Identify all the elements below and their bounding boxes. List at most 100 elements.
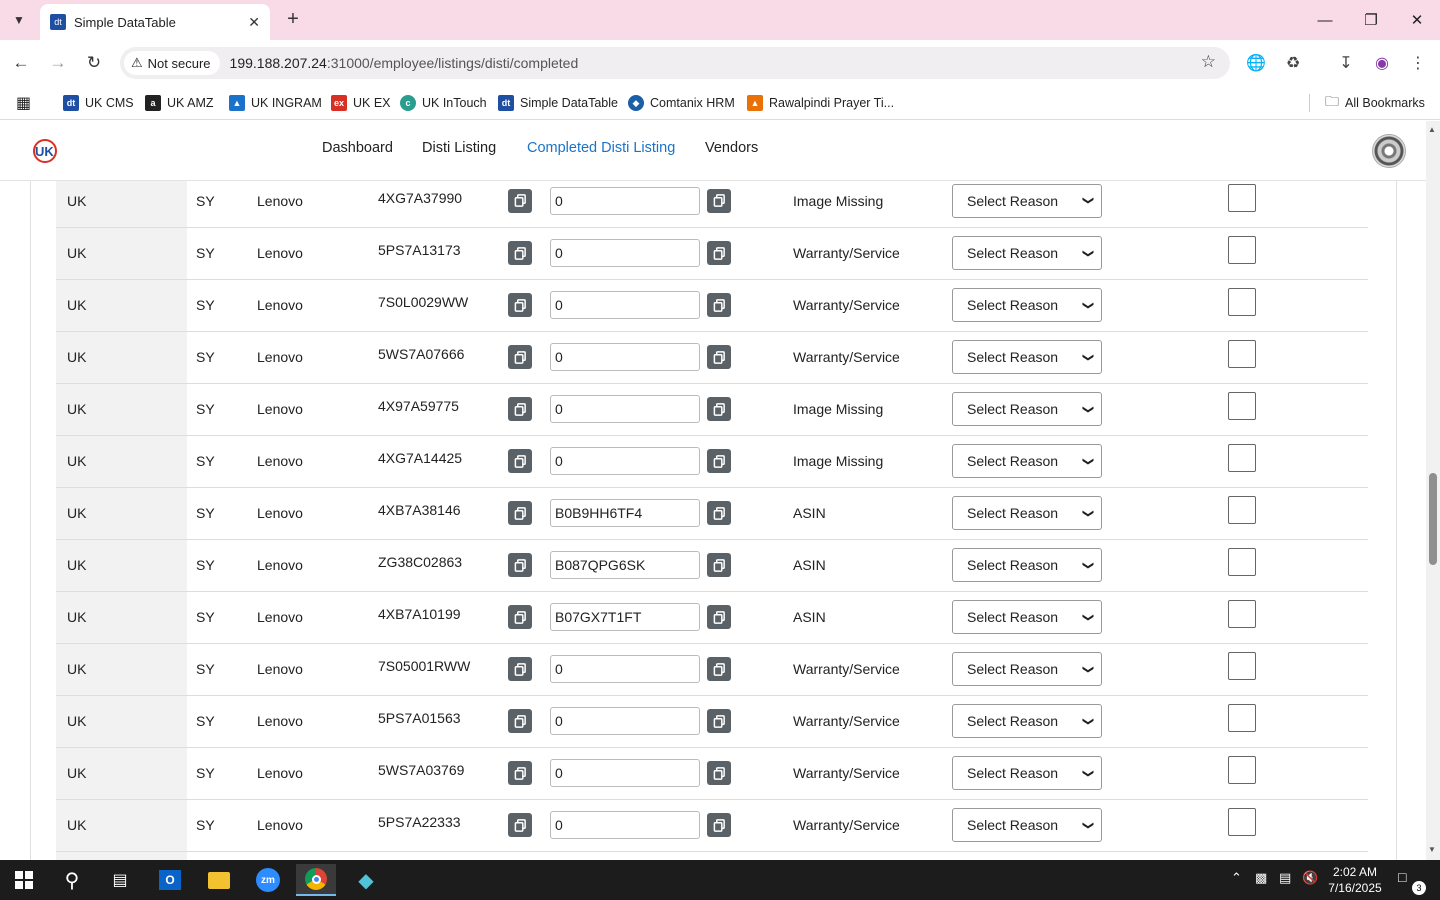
row-checkbox[interactable] — [1228, 548, 1256, 576]
bookmark-uk-ingram[interactable]: ▲ UK INGRAM — [229, 92, 322, 114]
copy-part-button[interactable] — [508, 241, 532, 265]
minimize-icon[interactable]: — — [1302, 6, 1348, 34]
asin-input[interactable] — [550, 447, 700, 475]
copy-asin-button[interactable] — [707, 553, 731, 577]
tray-volume-muted-icon[interactable]: 🔇 — [1302, 870, 1318, 886]
outlook-icon[interactable]: O — [150, 864, 190, 896]
asin-input[interactable] — [550, 655, 700, 683]
bookmark-uk-cms[interactable]: dt UK CMS — [63, 92, 134, 114]
reason-select[interactable]: Select Reason ❯ — [952, 548, 1102, 582]
asin-input[interactable] — [550, 759, 700, 787]
reason-select[interactable]: Select Reason ❯ — [952, 340, 1102, 374]
reason-select[interactable]: Select Reason ❯ — [952, 808, 1102, 842]
translate-globe-icon[interactable]: 🌐 — [1243, 50, 1269, 76]
copy-asin-button[interactable] — [707, 188, 731, 213]
row-checkbox[interactable] — [1228, 652, 1256, 680]
scroll-down-icon[interactable]: ▼ — [1428, 845, 1436, 854]
copy-asin-button[interactable] — [707, 709, 731, 733]
copy-part-button[interactable] — [508, 397, 532, 421]
copy-part-button[interactable] — [508, 553, 532, 577]
reason-select[interactable]: Select Reason ❯ — [952, 756, 1102, 790]
row-checkbox[interactable] — [1228, 496, 1256, 524]
all-bookmarks[interactable]: 🗀 All Bookmarks — [1325, 92, 1425, 114]
copy-part-button[interactable] — [508, 657, 532, 681]
tray-network-icon[interactable]: ▩ — [1255, 870, 1267, 886]
copy-part-button[interactable] — [508, 188, 532, 213]
bookmark-star-icon[interactable]: ☆ — [1201, 52, 1216, 72]
copy-asin-button[interactable] — [707, 241, 731, 265]
asin-input[interactable] — [550, 291, 700, 319]
asin-input[interactable] — [550, 343, 700, 371]
copy-part-button[interactable] — [508, 605, 532, 629]
asin-input[interactable] — [550, 395, 700, 423]
bookmark-uk-amz[interactable]: a UK AMZ — [145, 92, 214, 114]
bookmark-uk-intouch[interactable]: c UK InTouch — [400, 92, 487, 114]
notifications-icon[interactable]: □ 3 — [1398, 869, 1426, 895]
tray-wifi-icon[interactable]: ▤ — [1279, 870, 1291, 886]
zoom-icon[interactable]: zm — [248, 864, 288, 896]
reason-select[interactable]: Select Reason ❯ — [952, 288, 1102, 322]
copy-asin-button[interactable] — [707, 657, 731, 681]
row-checkbox[interactable] — [1228, 183, 1256, 212]
copy-part-button[interactable] — [508, 813, 532, 837]
reload-icon[interactable]: ↻ — [81, 50, 107, 76]
nav-dashboard[interactable]: Dashboard — [322, 140, 393, 156]
asin-input[interactable] — [550, 186, 700, 215]
copy-asin-button[interactable] — [707, 397, 731, 421]
chrome-icon[interactable] — [296, 864, 336, 896]
app-diamond-icon[interactable]: ◆ — [346, 864, 386, 896]
page-scrollbar[interactable]: ▲ ▼ — [1426, 121, 1440, 860]
bookmark-simple-datatable[interactable]: dt Simple DataTable — [498, 92, 618, 114]
apps-grid-icon[interactable]: ▦ — [16, 92, 31, 114]
nav-vendors[interactable]: Vendors — [705, 140, 758, 156]
new-tab-plus-icon[interactable]: + — [282, 8, 304, 30]
nav-disti-listing[interactable]: Disti Listing — [422, 140, 496, 156]
reason-select[interactable]: Select Reason ❯ — [952, 392, 1102, 426]
row-checkbox[interactable] — [1228, 600, 1256, 628]
reason-select[interactable]: Select Reason ❯ — [952, 444, 1102, 478]
copy-part-button[interactable] — [508, 449, 532, 473]
scrollbar-thumb[interactable] — [1429, 473, 1437, 565]
user-avatar[interactable] — [1372, 134, 1406, 168]
restore-icon[interactable]: ❐ — [1348, 6, 1394, 34]
row-checkbox[interactable] — [1228, 756, 1256, 784]
asin-input[interactable] — [550, 239, 700, 267]
reason-select[interactable]: Select Reason ❯ — [952, 600, 1102, 634]
row-checkbox[interactable] — [1228, 392, 1256, 420]
row-checkbox[interactable] — [1228, 444, 1256, 472]
download-icon[interactable]: ↧ — [1333, 50, 1359, 76]
row-checkbox[interactable] — [1228, 288, 1256, 316]
reason-select[interactable]: Select Reason ❯ — [952, 496, 1102, 530]
reason-select[interactable]: Select Reason ❯ — [952, 236, 1102, 270]
copy-part-button[interactable] — [508, 761, 532, 785]
row-checkbox[interactable] — [1228, 340, 1256, 368]
copy-part-button[interactable] — [508, 709, 532, 733]
row-checkbox[interactable] — [1228, 808, 1256, 836]
taskbar-clock[interactable]: 2:02 AM 7/16/2025 — [1325, 864, 1385, 896]
reason-select[interactable]: Select Reason ❯ — [952, 704, 1102, 738]
address-bar[interactable]: ⚠ Not secure 199.188.207.24:31000/employ… — [120, 47, 1230, 79]
row-checkbox[interactable] — [1228, 704, 1256, 732]
asin-input[interactable] — [550, 603, 700, 631]
reason-select[interactable]: Select Reason ❯ — [952, 652, 1102, 686]
extensions-puzzle-icon[interactable]: ♻ — [1280, 50, 1306, 76]
security-chip[interactable]: ⚠ Not secure — [124, 51, 220, 75]
copy-asin-button[interactable] — [707, 761, 731, 785]
file-explorer-icon[interactable] — [199, 864, 239, 896]
copy-part-button[interactable] — [508, 345, 532, 369]
back-arrow-icon[interactable]: ← — [8, 50, 34, 76]
asin-input[interactable] — [550, 499, 700, 527]
asin-input[interactable] — [550, 707, 700, 735]
copy-asin-button[interactable] — [707, 293, 731, 317]
tray-chevron-up-icon[interactable]: ⌃ — [1231, 870, 1242, 886]
nav-completed-disti-listing[interactable]: Completed Disti Listing — [527, 140, 675, 156]
copy-part-button[interactable] — [508, 501, 532, 525]
menu-kebab-icon[interactable]: ⋮ — [1405, 50, 1431, 76]
copy-asin-button[interactable] — [707, 501, 731, 525]
copy-asin-button[interactable] — [707, 345, 731, 369]
reason-select[interactable]: Select Reason ❯ — [952, 183, 1102, 218]
task-view-icon[interactable]: ▤ — [100, 864, 140, 896]
forward-arrow-icon[interactable]: → — [45, 50, 71, 76]
tab-close-icon[interactable]: ✕ — [248, 14, 260, 31]
url-text[interactable]: 199.188.207.24:31000/employee/listings/d… — [230, 55, 579, 71]
